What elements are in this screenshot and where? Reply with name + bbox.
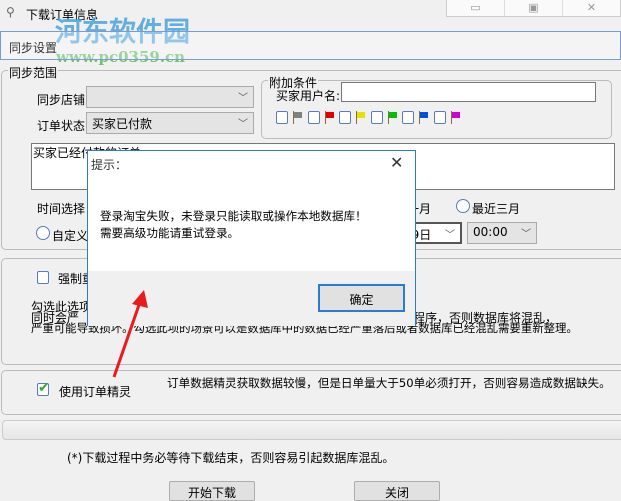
red-arrow-annotation xyxy=(112,290,148,378)
